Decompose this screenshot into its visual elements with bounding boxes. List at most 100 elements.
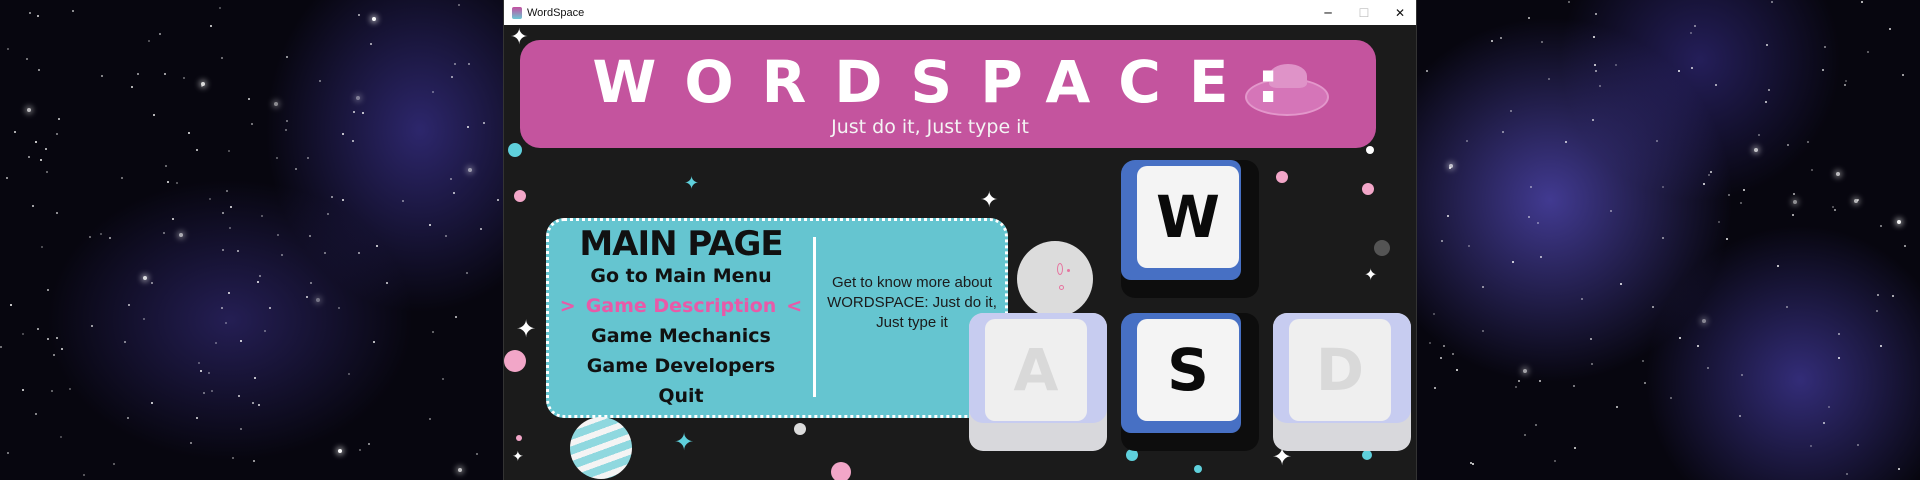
background-star [1904,244,1907,247]
background-star [257,403,260,406]
background-star [432,91,435,94]
background-star [1539,256,1542,258]
background-star [479,227,482,230]
background-star [89,235,92,238]
background-star [127,304,130,307]
background-star [1537,222,1540,225]
background-star [148,39,151,42]
close-button[interactable]: ✕ [1382,0,1416,25]
menu-item-label: Quit [658,385,704,407]
background-star [1591,363,1594,366]
background-star [208,371,211,374]
background-star [199,370,202,373]
background-star [99,233,102,236]
background-star [1854,199,1859,204]
background-star [1481,286,1484,289]
background-star [310,281,313,284]
background-star [253,376,256,379]
background-star [458,467,463,472]
background-star [348,372,351,375]
sparkle-icon: ✦ [1364,265,1378,284]
background-star [47,289,50,292]
background-star [1866,51,1869,54]
background-star [1518,380,1521,383]
background-star [367,442,370,445]
background-star [120,177,123,180]
background-star [431,331,434,334]
background-star [1901,73,1904,76]
background-star [41,245,44,248]
menu-item-game-developers[interactable]: Game Developers [549,351,813,381]
background-star [219,6,222,9]
background-star [0,346,3,349]
background-star [376,245,379,248]
key-d-label: D [1289,319,1391,421]
background-star [330,195,333,198]
background-star [35,413,38,415]
background-star [451,75,454,78]
menu-divider [813,237,816,397]
background-star [1524,433,1527,436]
background-star [269,306,272,309]
background-star [1441,240,1444,243]
background-star [221,248,224,251]
background-star [1449,167,1452,170]
background-star [1574,446,1577,449]
background-star [1661,185,1664,188]
moon-eye [1067,269,1070,272]
background-star [442,377,445,380]
menu-item-label: Go to Main Menu [590,265,772,287]
background-star [1619,283,1622,286]
background-star [1641,360,1644,363]
background-star [386,281,389,284]
background-star [1791,214,1794,217]
background-star [276,157,279,160]
background-star [465,272,468,275]
main-page-menu: MAIN PAGE Go to Main Menu > Game Descrip… [546,218,1008,418]
background-star [123,340,126,343]
background-star [1690,31,1693,34]
background-star [1836,171,1841,176]
background-star [36,328,39,331]
background-star [1530,185,1533,188]
background-star [351,139,354,142]
menu-item-go-to-main-menu[interactable]: Go to Main Menu [549,261,813,291]
background-star [1857,444,1860,447]
background-star [1718,220,1721,223]
background-star [44,147,47,150]
menu-item-quit[interactable]: Quit [549,381,813,411]
background-star [1539,380,1542,383]
background-star [1861,0,1864,3]
background-star [258,274,261,277]
background-star [1678,337,1681,340]
background-star [109,237,111,240]
title-bar[interactable]: WordSpace ─ ☐ ✕ [504,0,1416,25]
menu-item-game-mechanics[interactable]: Game Mechanics [549,321,813,351]
background-star [453,192,456,195]
decor-dot [504,350,526,372]
background-star [1426,70,1429,73]
background-star [188,131,191,134]
background-star [1793,192,1796,195]
background-star [476,453,479,456]
menu-item-game-description[interactable]: > Game Description < [549,291,813,321]
background-star [251,402,254,405]
background-star [127,417,130,419]
background-star [342,132,345,135]
background-star [164,73,167,76]
background-star [231,456,234,459]
background-star [1715,83,1718,86]
background-star [1810,168,1813,171]
maximize-button[interactable]: ☐ [1346,0,1382,25]
background-star [1742,189,1745,191]
background-star [1786,305,1789,308]
background-star [55,211,58,214]
background-star [1490,40,1493,42]
minimize-button[interactable]: ─ [1310,0,1346,25]
background-star [225,322,228,325]
background-star [1708,174,1711,177]
background-star [264,330,267,333]
menu-item-label: Game Description [585,295,777,317]
background-star [316,298,320,303]
background-star [309,234,312,237]
